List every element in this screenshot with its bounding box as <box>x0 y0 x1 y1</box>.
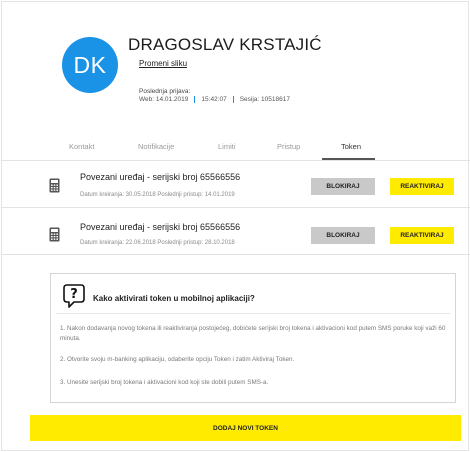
avatar[interactable]: DK <box>62 37 118 93</box>
change-photo-link[interactable]: Promeni sliku <box>139 59 187 68</box>
token-row: Povezani uređaj - serijski broj 65566556… <box>2 208 470 255</box>
reactivate-button[interactable]: REAKTIVIRAJ <box>390 178 454 195</box>
help-title: Kako aktivirati token u mobilnoj aplikac… <box>93 294 255 303</box>
token-title: Povezani uređaj - serijski broj 65566556 <box>80 222 241 232</box>
separator <box>232 96 234 103</box>
tab-bar: Kontakt Notifikacije Limiti Pristup Toke… <box>2 139 470 160</box>
token-row: Povezani uređaj - serijski broj 65566556… <box>2 161 470 208</box>
help-divider <box>56 313 450 314</box>
last-login-info: Web: 14.01.2019 15:42:07 Sesija: 1051861… <box>139 96 290 103</box>
separator <box>194 96 196 103</box>
tab-token[interactable]: Token <box>341 142 361 151</box>
profile-panel: DK DRAGOSLAV KRSTAJIĆ Promeni sliku Posl… <box>1 1 470 451</box>
help-step-2: 2. Otvorite svoju m-banking aplikaciju, … <box>60 356 295 363</box>
help-step-1: 1. Nakon dodavanja novog tokena ili reak… <box>60 325 446 342</box>
token-title: Povezani uređaj - serijski broj 65566556 <box>80 172 241 182</box>
help-step-3: 3. Unesite serijski broj tokena i aktiva… <box>60 379 269 386</box>
last-login-time: 15:42:07 <box>201 96 227 103</box>
tab-kontakt[interactable]: Kontakt <box>69 142 94 151</box>
calculator-icon <box>49 178 60 193</box>
block-button[interactable]: BLOKIRAJ <box>311 178 375 195</box>
token-meta: Datum kreiranja: 30.05.2018 Poslednji pr… <box>80 192 235 198</box>
avatar-initials: DK <box>73 51 107 78</box>
token-meta: Datum kreiranja: 22.06.2018 Poslednji pr… <box>80 240 235 246</box>
user-name: DRAGOSLAV KRSTAJIĆ <box>128 35 322 54</box>
tab-limiti[interactable]: Limiti <box>218 142 236 151</box>
block-button[interactable]: BLOKIRAJ <box>311 227 375 244</box>
reactivate-button[interactable]: REAKTIVIRAJ <box>390 227 454 244</box>
svg-text:?: ? <box>70 287 78 302</box>
last-login-title: Poslednja prijava: <box>139 88 191 95</box>
last-login-web: Web: 14.01.2019 <box>139 96 189 103</box>
tab-notifikacije[interactable]: Notifikacije <box>138 142 174 151</box>
calculator-icon <box>49 227 60 242</box>
question-bubble-icon: ? <box>63 284 85 308</box>
session-id: Sesija: 10518617 <box>239 96 290 103</box>
add-token-button[interactable]: DODAJ NOVI TOKEN <box>30 415 461 441</box>
tab-pristup[interactable]: Pristup <box>277 142 300 151</box>
